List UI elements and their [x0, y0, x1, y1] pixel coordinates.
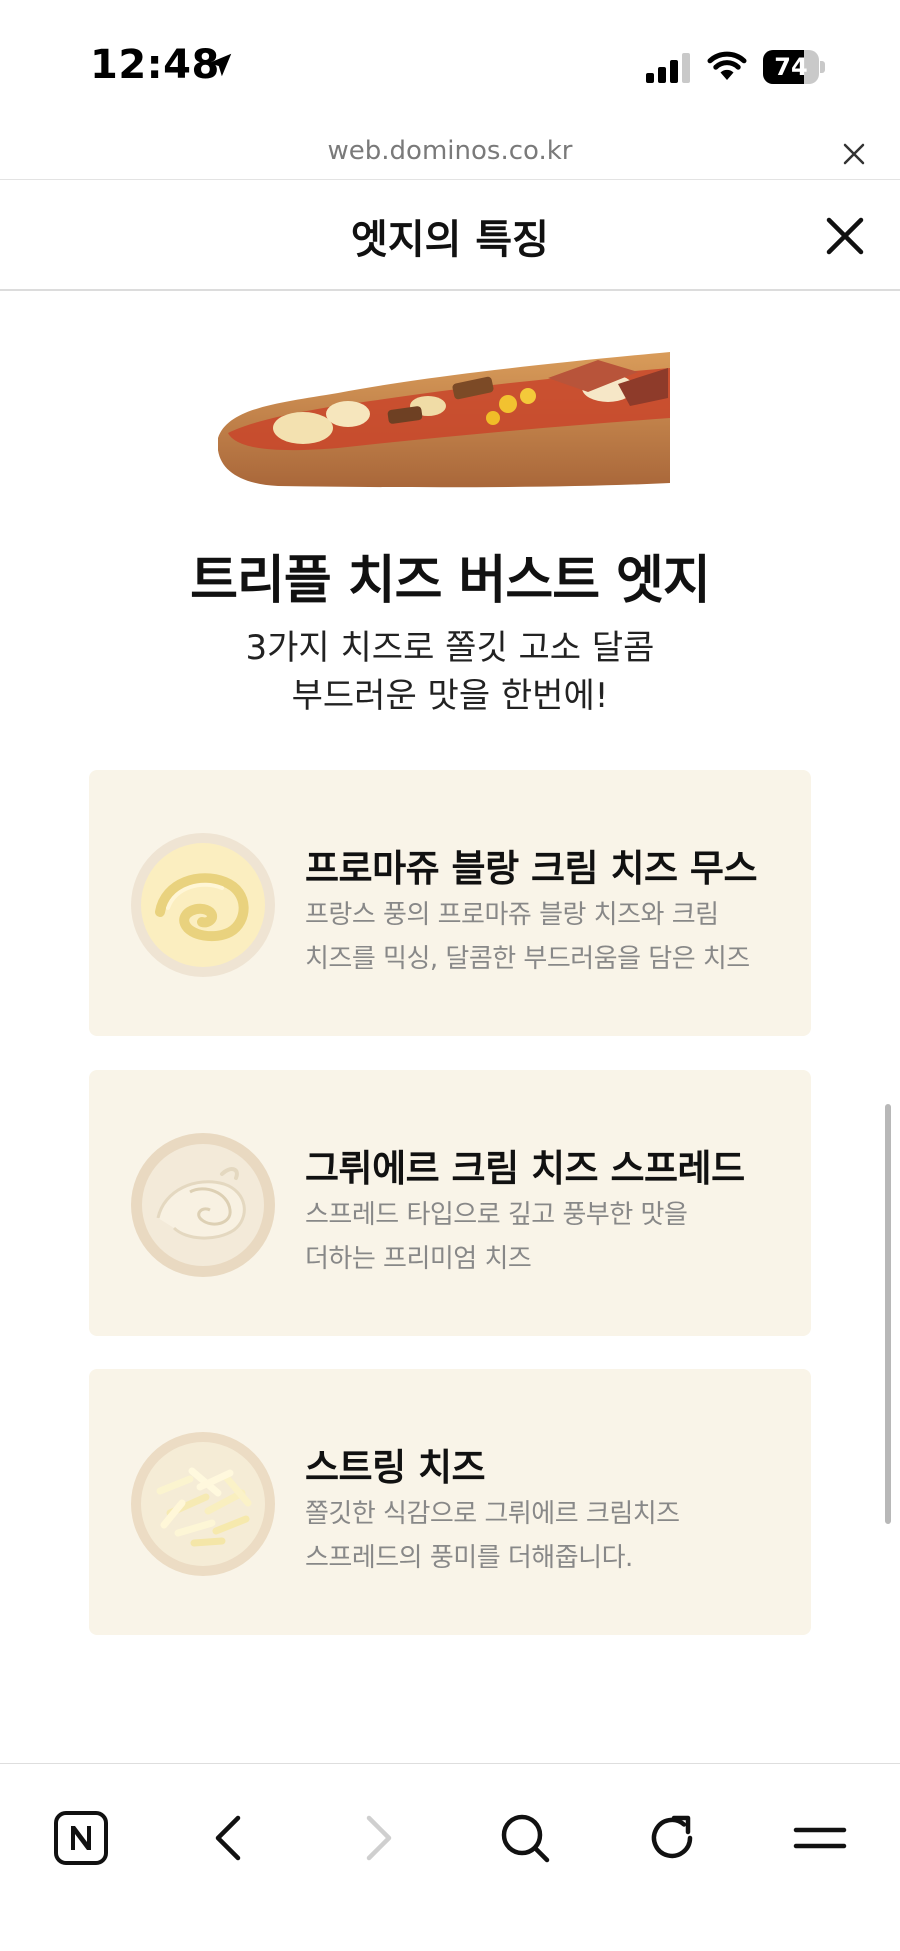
- browser-toolbar: [0, 1763, 900, 1951]
- naver-home-icon: [54, 1811, 108, 1865]
- status-time: 12:48: [90, 42, 220, 88]
- wifi-icon: [707, 51, 747, 80]
- forward-icon: [366, 1815, 392, 1861]
- battery-indicator: 74: [763, 50, 825, 84]
- browser-url-bar[interactable]: web.dominos.co.kr: [0, 130, 900, 180]
- status-bar: 12:48 74: [0, 0, 900, 130]
- forward-button[interactable]: [327, 1788, 427, 1888]
- back-icon: [215, 1815, 241, 1861]
- cheese-card: 프로마쥬 블랑 크림 치즈 무스 프랑스 풍의 프로마쥬 블랑 치즈와 크림 치…: [89, 770, 811, 1036]
- close-icon[interactable]: [840, 140, 868, 168]
- cheese-card-title: 그뤼에르 크림 치즈 스프레드: [305, 1147, 745, 1190]
- cheese-card-desc: 더하는 프리미엄 치즈: [305, 1244, 532, 1274]
- battery-body: 74: [763, 50, 819, 84]
- battery-cap: [820, 61, 825, 73]
- cheese-card-title: 프로마쥬 블랑 크림 치즈 무스: [305, 847, 758, 890]
- page: 12:48 74 web.dominos.co.kr 엣지의 특징 트리플 치즈…: [0, 0, 900, 1951]
- cheese-card-desc: 치즈를 믹싱, 달콤한 부드러움을 담은 치즈: [305, 944, 750, 974]
- scrollbar-thumb[interactable]: [885, 1104, 891, 1524]
- naver-home-button[interactable]: [31, 1788, 131, 1888]
- cheese-card-desc: 쫄깃한 식감으로 그뤼에르 크림치즈: [305, 1499, 680, 1529]
- search-icon: [501, 1814, 550, 1863]
- cheese-card: 그뤼에르 크림 치즈 스프레드 스프레드 타입으로 깊고 풍부한 맛을 더하는 …: [89, 1070, 811, 1336]
- feature-subtitle-line2: 부드러운 맛을 한번에!: [291, 676, 609, 716]
- pizza-edge-image: [218, 352, 670, 488]
- menu-button[interactable]: [770, 1788, 870, 1888]
- fromage-blanc-cream-cheese-mousse-image: [131, 833, 275, 977]
- reload-button[interactable]: [622, 1788, 722, 1888]
- reload-icon: [651, 1815, 693, 1859]
- cheese-card-desc: 스프레드의 풍미를 더해줍니다.: [305, 1543, 633, 1573]
- feature-title: 트리플 치즈 버스트 엣지: [190, 551, 711, 611]
- back-button[interactable]: [180, 1788, 280, 1888]
- cheese-card: 스트링 치즈 쫄깃한 식감으로 그뤼에르 크림치즈 스프레드의 풍미를 더해줍니…: [89, 1369, 811, 1635]
- feature-subtitle-line1: 3가지 치즈로 쫄깃 고소 달콤: [245, 628, 655, 668]
- menu-icon: [793, 1827, 847, 1849]
- modal-close-icon[interactable]: [823, 214, 867, 258]
- modal-header: 엣지의 특징: [0, 181, 900, 291]
- cheese-card-title: 스트링 치즈: [305, 1446, 486, 1489]
- modal-title: 엣지의 특징: [351, 217, 549, 263]
- battery-level-text: 74: [774, 53, 808, 81]
- cheese-card-desc: 스프레드 타입으로 깊고 풍부한 맛을: [305, 1200, 688, 1230]
- search-button[interactable]: [475, 1788, 575, 1888]
- gruyere-cream-cheese-spread-image: [131, 1133, 275, 1277]
- string-cheese-image: [131, 1432, 275, 1576]
- url-text[interactable]: web.dominos.co.kr: [0, 136, 900, 166]
- cheese-card-desc: 프랑스 풍의 프로마쥬 블랑 치즈와 크림: [305, 900, 719, 930]
- location-arrow-icon: [208, 53, 232, 77]
- cellular-signal-icon: [646, 53, 690, 83]
